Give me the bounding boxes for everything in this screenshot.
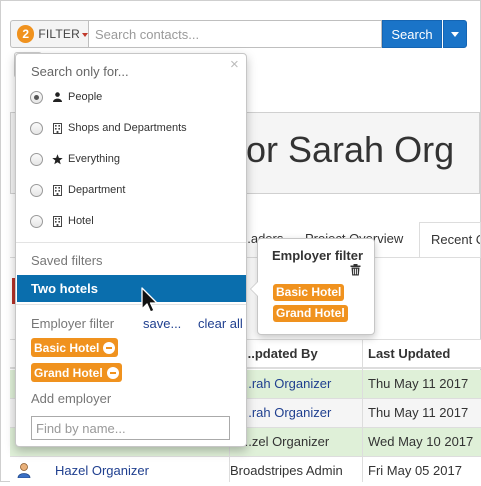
employer-tag: Basic Hotel bbox=[273, 284, 345, 301]
column-header-last-updated[interactable]: Last Updated bbox=[368, 346, 450, 361]
radio-unselected[interactable] bbox=[30, 121, 43, 135]
contact-name-link[interactable]: Hazel Organizer bbox=[55, 463, 149, 478]
column-header-updated-by[interactable]: ...pdated By bbox=[244, 346, 318, 361]
tab-recent-changes[interactable]: Recent C bbox=[419, 222, 481, 258]
filter-button[interactable]: 2 FILTER bbox=[10, 20, 88, 48]
save-filter-link[interactable]: save... bbox=[143, 316, 181, 331]
option-label: Hotel bbox=[68, 215, 94, 227]
building-icon bbox=[51, 184, 63, 196]
employer-tag: Grand Hotel bbox=[273, 305, 348, 322]
search-only-for-heading: Search only for... bbox=[31, 64, 129, 79]
updated-by-link[interactable]: ...rah Organizer bbox=[241, 405, 331, 420]
updated-by-link[interactable]: ...rah Organizer bbox=[241, 376, 331, 391]
search-option-everything[interactable]: Everything bbox=[30, 150, 120, 168]
search-button[interactable]: Search bbox=[382, 20, 442, 48]
option-label: People bbox=[68, 91, 103, 103]
search-option-hotel[interactable]: Hotel bbox=[30, 212, 94, 230]
employer-tag: Basic Hotel bbox=[31, 338, 119, 357]
search-options-toggle[interactable] bbox=[443, 20, 467, 48]
radio-unselected[interactable] bbox=[30, 183, 43, 197]
option-label: Shops and Departments bbox=[68, 122, 187, 134]
person-icon bbox=[51, 92, 63, 102]
mouse-cursor-icon bbox=[141, 287, 158, 313]
search-option-shops-and-departments[interactable]: Shops and Departments bbox=[30, 119, 187, 137]
filter-dropdown-panel: × Search only for... People Shops and De… bbox=[15, 53, 247, 447]
divider bbox=[16, 304, 246, 305]
radio-unselected[interactable] bbox=[30, 214, 43, 228]
column-divider bbox=[362, 339, 363, 482]
last-updated-cell: Thu May 11 2017 bbox=[368, 376, 469, 391]
find-employer-input[interactable] bbox=[31, 416, 230, 440]
last-updated-cell: Fri May 05 2017 bbox=[368, 463, 462, 478]
search-option-department[interactable]: Department bbox=[30, 181, 125, 199]
star-icon bbox=[51, 153, 63, 165]
updated-by-link[interactable]: ...zel Organizer bbox=[241, 434, 329, 449]
employer-filter-popover: Employer filter Basic Hotel Grand Hotel bbox=[250, 238, 375, 335]
saved-filter-item[interactable]: Two hotels bbox=[17, 275, 246, 302]
search-option-people[interactable]: People bbox=[30, 88, 102, 106]
popover-title: Employer filter bbox=[272, 248, 364, 263]
updated-by-cell: Broadstripes Admin bbox=[230, 463, 343, 478]
page-title: for Sarah Org bbox=[236, 129, 455, 170]
filter-count-badge: 2 bbox=[17, 25, 35, 43]
last-updated-cell: Thu May 11 2017 bbox=[368, 405, 469, 420]
employer-tag: Grand Hotel bbox=[31, 363, 122, 382]
filter-label: FILTER bbox=[38, 27, 80, 41]
add-employer-label: Add employer bbox=[31, 391, 112, 406]
popover-arrow bbox=[251, 281, 259, 297]
last-updated-cell: Wed May 10 2017 bbox=[368, 434, 474, 449]
remove-icon[interactable] bbox=[103, 341, 116, 354]
radio-unselected[interactable] bbox=[30, 152, 43, 166]
employer-filter-row: Employer filter save... clear all bbox=[31, 316, 243, 331]
employer-filter-label: Employer filter bbox=[31, 316, 115, 331]
clear-all-link[interactable]: clear all bbox=[198, 316, 243, 331]
option-label: Department bbox=[68, 184, 126, 196]
radio-selected[interactable] bbox=[30, 90, 43, 104]
employer-tag-label: Grand Hotel bbox=[34, 365, 103, 380]
close-icon[interactable]: × bbox=[230, 56, 239, 73]
option-label: Everything bbox=[68, 153, 120, 165]
trash-icon[interactable] bbox=[350, 264, 361, 276]
search-contacts-input[interactable] bbox=[88, 20, 382, 48]
saved-filters-heading: Saved filters bbox=[31, 253, 103, 268]
remove-icon[interactable] bbox=[106, 366, 119, 379]
divider bbox=[16, 242, 246, 243]
person-icon bbox=[17, 463, 31, 478]
building-icon bbox=[51, 215, 63, 227]
employer-tag-label: Basic Hotel bbox=[34, 340, 100, 355]
building-icon bbox=[51, 122, 63, 134]
caret-down-icon bbox=[451, 31, 459, 37]
